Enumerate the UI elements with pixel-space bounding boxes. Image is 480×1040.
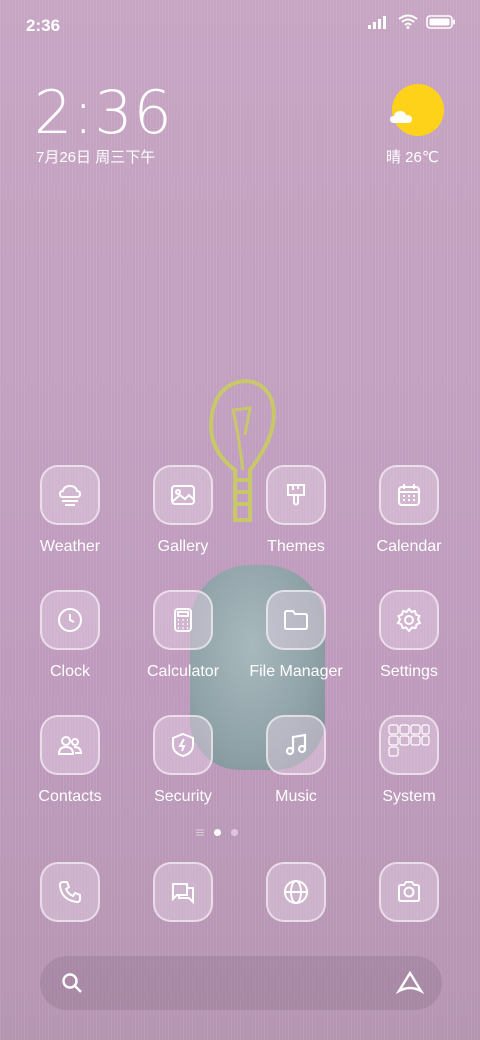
- app-label: File Manager: [249, 663, 343, 680]
- calculator-icon[interactable]: [153, 590, 213, 650]
- signal-icon: [368, 15, 386, 29]
- phone-icon[interactable]: [40, 862, 100, 922]
- app-security[interactable]: Security: [128, 715, 238, 806]
- app-calendar[interactable]: Calendar: [354, 465, 464, 556]
- app-file-manager[interactable]: File Manager: [241, 590, 351, 681]
- app-label: Music: [275, 788, 317, 805]
- page-indicator: [196, 829, 238, 836]
- dock-camera[interactable]: [354, 862, 464, 922]
- messages-icon[interactable]: [153, 862, 213, 922]
- shield-icon[interactable]: [153, 715, 213, 775]
- app-gallery[interactable]: Gallery: [128, 465, 238, 556]
- gear-icon[interactable]: [379, 590, 439, 650]
- weather-condition-temp[interactable]: 晴 26℃: [386, 146, 439, 167]
- app-weather[interactable]: Weather: [15, 465, 125, 556]
- app-label: Settings: [380, 663, 438, 680]
- app-calculator[interactable]: Calculator: [128, 590, 238, 681]
- folder-icon[interactable]: [266, 590, 326, 650]
- app-label: Security: [154, 788, 212, 805]
- status-time: 2:36: [26, 16, 61, 35]
- app-label: Clock: [49, 663, 90, 680]
- themes-brush-icon[interactable]: [266, 465, 326, 525]
- page-dot[interactable]: [231, 829, 238, 836]
- gallery-icon[interactable]: [153, 465, 213, 525]
- calendar-icon[interactable]: [379, 465, 439, 525]
- assistant-icon[interactable]: [396, 969, 424, 997]
- battery-icon: [426, 14, 455, 29]
- cloud-icon: [390, 111, 412, 123]
- clock-icon[interactable]: [40, 590, 100, 650]
- folder-grid-icon[interactable]: [379, 715, 439, 775]
- status-icons: [368, 14, 456, 29]
- status-bar: 2:36: [0, 0, 480, 50]
- music-note-icon[interactable]: [266, 715, 326, 775]
- app-label: Themes: [267, 538, 325, 555]
- contacts-icon[interactable]: [40, 715, 100, 775]
- app-label: System: [382, 788, 436, 805]
- app-label: Weather: [39, 538, 101, 555]
- weather-icon[interactable]: [40, 465, 100, 525]
- page-dot-active[interactable]: [214, 829, 221, 836]
- page-list-icon[interactable]: [196, 829, 204, 836]
- app-system-folder[interactable]: System: [354, 715, 464, 806]
- wifi-icon: [398, 14, 418, 29]
- app-contacts[interactable]: Contacts: [15, 715, 125, 806]
- dock-browser[interactable]: [241, 862, 351, 922]
- search-bar[interactable]: [40, 956, 442, 1010]
- clock-widget-time[interactable]: 2:36: [34, 78, 173, 148]
- clock-widget-date[interactable]: 7月26日 周三下午: [36, 146, 155, 167]
- dock-messages[interactable]: [128, 862, 238, 922]
- browser-globe-icon[interactable]: [266, 862, 326, 922]
- app-settings[interactable]: Settings: [354, 590, 464, 681]
- search-icon[interactable]: [60, 971, 84, 995]
- dock-phone[interactable]: [15, 862, 125, 922]
- app-music[interactable]: Music: [241, 715, 351, 806]
- app-label: Calendar: [376, 538, 442, 555]
- app-label: Calculator: [146, 663, 220, 680]
- app-themes[interactable]: Themes: [241, 465, 351, 556]
- app-label: Contacts: [38, 788, 102, 805]
- camera-icon[interactable]: [379, 862, 439, 922]
- app-clock[interactable]: Clock: [15, 590, 125, 681]
- app-label: Gallery: [157, 538, 209, 555]
